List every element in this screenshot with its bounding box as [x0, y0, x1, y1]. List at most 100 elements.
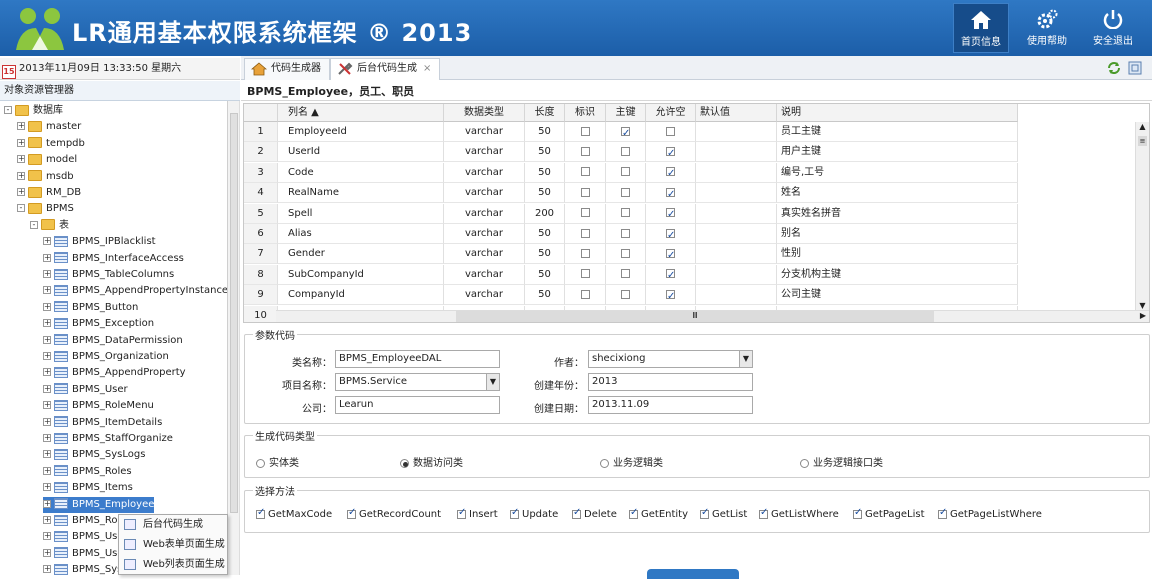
date-input[interactable]: 2013.11.09: [588, 396, 753, 414]
generate-button[interactable]: [647, 569, 739, 579]
expand-icon[interactable]: +: [43, 434, 51, 442]
checkbox[interactable]: [629, 507, 638, 519]
cell-default[interactable]: [696, 142, 777, 163]
radio-ibll[interactable]: 业务逻辑接口类: [800, 454, 883, 469]
cell-desc[interactable]: 别名: [777, 224, 1018, 244]
expand-icon[interactable]: +: [43, 270, 51, 278]
tab-backend-code[interactable]: 后台代码生成 ×: [330, 58, 441, 80]
company-input[interactable]: Learun: [335, 396, 500, 414]
cell-default[interactable]: [696, 122, 777, 142]
expand-icon[interactable]: +: [43, 499, 51, 508]
checkbox[interactable]: [580, 228, 590, 238]
tree-node-table[interactable]: + BPMS_User: [43, 382, 128, 398]
checkbox[interactable]: [580, 126, 590, 136]
checkbox[interactable]: [621, 187, 630, 197]
checkbox[interactable]: [572, 507, 581, 519]
expand-icon[interactable]: +: [43, 368, 51, 377]
cell-default[interactable]: [696, 162, 777, 183]
checkbox[interactable]: [580, 248, 590, 258]
tree-node-table[interactable]: + BPMS_AppendProperty: [43, 365, 186, 381]
tree-node-folder[interactable]: -表: [30, 218, 69, 234]
menu-item-web-list[interactable]: Web列表页面生成: [119, 555, 227, 575]
tab-code-generator[interactable]: 代码生成器: [244, 58, 330, 80]
cell-len[interactable]: 50: [525, 122, 565, 142]
cell-default[interactable]: [696, 264, 777, 285]
cell-len[interactable]: 50: [525, 244, 565, 265]
cell-len[interactable]: 200: [525, 203, 565, 224]
expand-icon[interactable]: +: [43, 253, 51, 262]
cell-name[interactable]: EmployeeId: [278, 122, 444, 142]
cell-default[interactable]: [696, 183, 777, 204]
expand-icon[interactable]: +: [43, 352, 51, 360]
grid-header-nullable[interactable]: 允许空: [646, 104, 696, 122]
cell-desc[interactable]: 真实姓名拼音: [777, 203, 1018, 224]
method-checkbox[interactable]: GetMaxCode: [256, 507, 332, 520]
help-button[interactable]: 使用帮助: [1019, 3, 1075, 53]
cell-len[interactable]: 50: [525, 162, 565, 183]
tree-node-table[interactable]: + BPMS_TableColumns: [43, 267, 174, 283]
checkbox[interactable]: [759, 507, 768, 519]
tree-node-table[interactable]: + BPMS_Use: [43, 529, 124, 545]
table-row[interactable]: 8SubCompanyIdvarchar50 分支机构主键: [244, 264, 1019, 285]
cell-len[interactable]: 50: [525, 142, 565, 163]
expand-icon[interactable]: +: [43, 319, 51, 328]
checkbox[interactable]: [256, 507, 265, 519]
expand-icon[interactable]: +: [43, 450, 51, 459]
checkbox[interactable]: [621, 208, 630, 218]
menu-item-backend-code[interactable]: 后台代码生成: [119, 515, 227, 535]
radio-dot[interactable]: [400, 458, 409, 468]
table-row[interactable]: 9CompanyIdvarchar50 公司主键: [244, 285, 1019, 306]
checkbox[interactable]: [580, 208, 590, 218]
expand-icon[interactable]: +: [43, 516, 51, 524]
method-checkbox[interactable]: GetPageListWhere: [938, 507, 1042, 520]
checkbox[interactable]: [457, 507, 466, 519]
grid-horizontal-scrollbar[interactable]: Ⅲ ▶: [276, 310, 1149, 322]
cell-name[interactable]: Alias: [278, 224, 444, 244]
checkbox[interactable]: [666, 126, 675, 136]
expand-icon[interactable]: +: [17, 155, 25, 164]
radio-dot[interactable]: [800, 458, 809, 468]
cell-desc[interactable]: 公司主键: [777, 285, 1018, 306]
checkbox[interactable]: [347, 507, 356, 519]
table-row[interactable]: 5Spellvarchar200 真实姓名拼音: [244, 203, 1019, 224]
cell-type[interactable]: varchar: [444, 244, 525, 265]
checkbox[interactable]: [666, 287, 675, 304]
tree-node-table[interactable]: + BPMS_SysLogs: [43, 447, 145, 463]
tree-node-table[interactable]: + BPMS_DataPermission: [43, 333, 183, 349]
method-checkbox[interactable]: Delete: [572, 507, 617, 520]
checkbox[interactable]: [666, 205, 675, 223]
checkbox[interactable]: [666, 246, 675, 263]
grid-header-default[interactable]: 默认值: [696, 104, 777, 122]
fullscreen-icon[interactable]: [1128, 61, 1142, 75]
tree-node-folder[interactable]: - 数据库: [4, 103, 63, 119]
expand-icon[interactable]: +: [43, 417, 51, 426]
tree-scrollbar[interactable]: [228, 101, 240, 575]
radio-dal[interactable]: 数据访问类: [400, 454, 463, 469]
grid-header-type[interactable]: 数据类型: [444, 104, 525, 122]
tree-node-table[interactable]: + BPMS_Use: [43, 546, 124, 562]
cell-len[interactable]: 50: [525, 285, 565, 306]
cell-type[interactable]: varchar: [444, 183, 525, 204]
tree-node-table[interactable]: + BPMS_Items: [43, 480, 133, 496]
grid-header-identity[interactable]: 标识: [565, 104, 606, 122]
tree-node-table[interactable]: + BPMS_Employee: [43, 496, 155, 513]
radio-entity[interactable]: 实体类: [256, 454, 299, 469]
checkbox[interactable]: [666, 226, 675, 243]
cell-name[interactable]: SubCompanyId: [278, 264, 444, 285]
table-row[interactable]: 2UserIdvarchar50 用户主键: [244, 142, 1019, 163]
checkbox[interactable]: [621, 167, 630, 177]
cell-len[interactable]: 50: [525, 183, 565, 204]
cell-desc[interactable]: 员工主键: [777, 122, 1018, 142]
grid-header-length[interactable]: 长度: [525, 104, 565, 122]
scroll-down-icon[interactable]: ▼: [1136, 301, 1149, 310]
grid-hscroll-thumb[interactable]: Ⅲ: [456, 311, 934, 322]
radio-bll[interactable]: 业务逻辑类: [600, 454, 663, 469]
method-checkbox[interactable]: GetRecordCount: [347, 507, 441, 520]
tree-node-folder[interactable]: + RM_DB: [17, 185, 81, 201]
logout-button[interactable]: 安全退出: [1085, 3, 1141, 53]
cell-type[interactable]: varchar: [444, 285, 525, 306]
tree-node-table[interactable]: + BPMS_AppendPropertyInstance: [43, 283, 227, 299]
expand-icon[interactable]: +: [43, 384, 51, 393]
expand-icon[interactable]: +: [43, 286, 51, 295]
expand-icon[interactable]: +: [17, 171, 25, 180]
